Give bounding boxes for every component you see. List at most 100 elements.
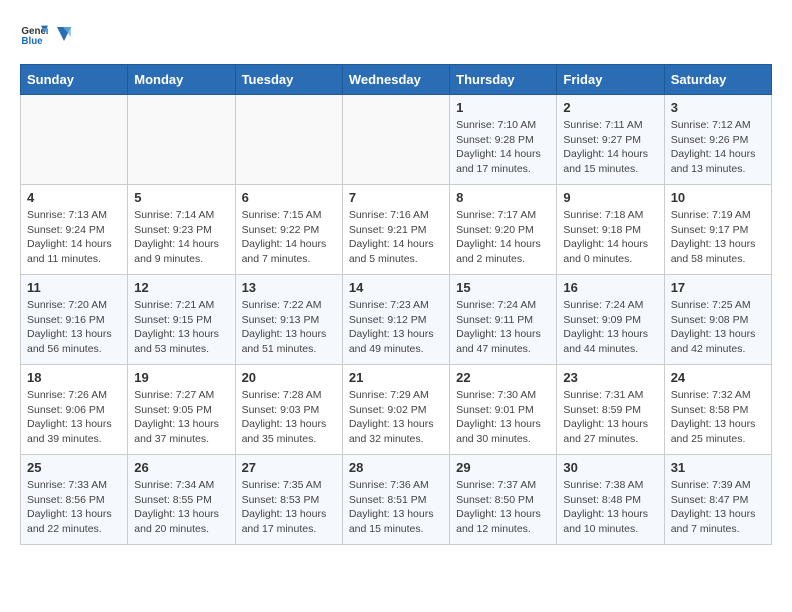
calendar-cell: 7Sunrise: 7:16 AM Sunset: 9:21 PM Daylig… [342, 185, 449, 275]
calendar-cell: 19 Sunrise: 7:27 AM Sunset: 9:05 PM Dayli… [128, 365, 235, 455]
calendar-week-4: 18Sunrise: 7:26 AM Sunset: 9:06 PM Dayli… [21, 365, 772, 455]
day-number: 23 [563, 370, 657, 385]
calendar-cell: 20 Sunrise: 7:28 AM Sunset: 9:03 PM Dayli… [235, 365, 342, 455]
day-number: 29 [456, 460, 550, 475]
day-number: 1 [456, 100, 550, 115]
calendar-cell: 9 Sunrise: 7:18 AM Sunset: 9:18 PM Daylig… [557, 185, 664, 275]
calendar-cell: 17 Sunrise: 7:25 AM Sunset: 9:08 PM Dayli… [664, 275, 771, 365]
day-info: Sunrise: 7:24 AM Sunset: 9:09 PM Dayligh… [563, 298, 657, 357]
day-number: 26 [134, 460, 228, 475]
day-number: 22 [456, 370, 550, 385]
day-number: 19 [134, 370, 228, 385]
day-info: Sunrise: 7:16 AM Sunset: 9:21 PM Dayligh… [349, 208, 443, 267]
day-info: Sunrise: 7:37 AM Sunset: 8:50 PM Dayligh… [456, 478, 550, 537]
calendar-header-row: SundayMondayTuesdayWednesdayThursdayFrid… [21, 65, 772, 95]
day-info: Sunrise: 7:12 AM Sunset: 9:26 PM Dayligh… [671, 118, 765, 177]
calendar-cell: 14 Sunrise: 7:23 AM Sunset: 9:12 PM Dayli… [342, 275, 449, 365]
calendar-cell: 3 Sunrise: 7:12 AM Sunset: 9:26 PM Daylig… [664, 95, 771, 185]
day-info: Sunrise: 7:29 AM Sunset: 9:02 PM Dayligh… [349, 388, 443, 447]
day-number: 24 [671, 370, 765, 385]
day-number: 30 [563, 460, 657, 475]
day-number: 16 [563, 280, 657, 295]
day-number: 11 [27, 280, 121, 295]
header-day-thursday: Thursday [450, 65, 557, 95]
calendar-cell: 28 Sunrise: 7:36 AM Sunset: 8:51 PM Dayli… [342, 455, 449, 545]
day-number: 9 [563, 190, 657, 205]
day-info: Sunrise: 7:22 AM Sunset: 9:13 PM Dayligh… [242, 298, 336, 357]
calendar-cell: 27Sunrise: 7:35 AM Sunset: 8:53 PM Dayli… [235, 455, 342, 545]
calendar-week-5: 25 Sunrise: 7:33 AM Sunset: 8:56 PM Dayli… [21, 455, 772, 545]
day-number: 20 [242, 370, 336, 385]
day-number: 18 [27, 370, 121, 385]
calendar-week-2: 4Sunrise: 7:13 AM Sunset: 9:24 PM Daylig… [21, 185, 772, 275]
day-info: Sunrise: 7:14 AM Sunset: 9:23 PM Dayligh… [134, 208, 228, 267]
day-info: Sunrise: 7:34 AM Sunset: 8:55 PM Dayligh… [134, 478, 228, 537]
day-number: 27 [242, 460, 336, 475]
calendar-cell: 4Sunrise: 7:13 AM Sunset: 9:24 PM Daylig… [21, 185, 128, 275]
calendar-cell: 16 Sunrise: 7:24 AM Sunset: 9:09 PM Dayli… [557, 275, 664, 365]
day-info: Sunrise: 7:20 AM Sunset: 9:16 PM Dayligh… [27, 298, 121, 357]
calendar-week-3: 11 Sunrise: 7:20 AM Sunset: 9:16 PM Dayli… [21, 275, 772, 365]
calendar-cell: 30 Sunrise: 7:38 AM Sunset: 8:48 PM Dayli… [557, 455, 664, 545]
calendar-cell: 5 Sunrise: 7:14 AM Sunset: 9:23 PM Daylig… [128, 185, 235, 275]
day-info: Sunrise: 7:36 AM Sunset: 8:51 PM Dayligh… [349, 478, 443, 537]
day-number: 3 [671, 100, 765, 115]
day-number: 10 [671, 190, 765, 205]
calendar-cell: 31 Sunrise: 7:39 AM Sunset: 8:47 PM Dayli… [664, 455, 771, 545]
calendar-cell [342, 95, 449, 185]
day-info: Sunrise: 7:18 AM Sunset: 9:18 PM Dayligh… [563, 208, 657, 267]
calendar-cell: 18Sunrise: 7:26 AM Sunset: 9:06 PM Dayli… [21, 365, 128, 455]
calendar-cell [21, 95, 128, 185]
calendar-cell: 23 Sunrise: 7:31 AM Sunset: 8:59 PM Dayli… [557, 365, 664, 455]
day-info: Sunrise: 7:38 AM Sunset: 8:48 PM Dayligh… [563, 478, 657, 537]
calendar-cell: 6 Sunrise: 7:15 AM Sunset: 9:22 PM Daylig… [235, 185, 342, 275]
day-number: 17 [671, 280, 765, 295]
day-info: Sunrise: 7:13 AM Sunset: 9:24 PM Dayligh… [27, 208, 121, 267]
calendar-cell: 21 Sunrise: 7:29 AM Sunset: 9:02 PM Dayli… [342, 365, 449, 455]
calendar-cell: 29 Sunrise: 7:37 AM Sunset: 8:50 PM Dayli… [450, 455, 557, 545]
day-info: Sunrise: 7:27 AM Sunset: 9:05 PM Dayligh… [134, 388, 228, 447]
calendar-cell [128, 95, 235, 185]
day-info: Sunrise: 7:32 AM Sunset: 8:58 PM Dayligh… [671, 388, 765, 447]
calendar-cell: 11 Sunrise: 7:20 AM Sunset: 9:16 PM Dayli… [21, 275, 128, 365]
logo-arrow-icon [53, 23, 75, 45]
day-info: Sunrise: 7:10 AM Sunset: 9:28 PM Dayligh… [456, 118, 550, 177]
day-number: 31 [671, 460, 765, 475]
day-number: 2 [563, 100, 657, 115]
day-info: Sunrise: 7:23 AM Sunset: 9:12 PM Dayligh… [349, 298, 443, 357]
day-number: 8 [456, 190, 550, 205]
header-day-tuesday: Tuesday [235, 65, 342, 95]
calendar-cell: 12Sunrise: 7:21 AM Sunset: 9:15 PM Dayli… [128, 275, 235, 365]
calendar-cell: 25 Sunrise: 7:33 AM Sunset: 8:56 PM Dayli… [21, 455, 128, 545]
calendar-cell: 2 Sunrise: 7:11 AM Sunset: 9:27 PM Daylig… [557, 95, 664, 185]
day-info: Sunrise: 7:28 AM Sunset: 9:03 PM Dayligh… [242, 388, 336, 447]
header-day-friday: Friday [557, 65, 664, 95]
day-info: Sunrise: 7:33 AM Sunset: 8:56 PM Dayligh… [27, 478, 121, 537]
calendar-cell: 22 Sunrise: 7:30 AM Sunset: 9:01 PM Dayli… [450, 365, 557, 455]
header-day-monday: Monday [128, 65, 235, 95]
day-number: 28 [349, 460, 443, 475]
header-day-wednesday: Wednesday [342, 65, 449, 95]
svg-text:Blue: Blue [21, 36, 43, 47]
day-info: Sunrise: 7:15 AM Sunset: 9:22 PM Dayligh… [242, 208, 336, 267]
day-number: 5 [134, 190, 228, 205]
calendar-cell: 15Sunrise: 7:24 AM Sunset: 9:11 PM Dayli… [450, 275, 557, 365]
calendar-cell [235, 95, 342, 185]
day-number: 6 [242, 190, 336, 205]
day-number: 25 [27, 460, 121, 475]
day-info: Sunrise: 7:30 AM Sunset: 9:01 PM Dayligh… [456, 388, 550, 447]
day-number: 14 [349, 280, 443, 295]
day-info: Sunrise: 7:25 AM Sunset: 9:08 PM Dayligh… [671, 298, 765, 357]
day-info: Sunrise: 7:39 AM Sunset: 8:47 PM Dayligh… [671, 478, 765, 537]
day-info: Sunrise: 7:21 AM Sunset: 9:15 PM Dayligh… [134, 298, 228, 357]
calendar-week-1: 1 Sunrise: 7:10 AM Sunset: 9:28 PM Daylig… [21, 95, 772, 185]
header-day-saturday: Saturday [664, 65, 771, 95]
day-info: Sunrise: 7:31 AM Sunset: 8:59 PM Dayligh… [563, 388, 657, 447]
day-info: Sunrise: 7:19 AM Sunset: 9:17 PM Dayligh… [671, 208, 765, 267]
day-info: Sunrise: 7:24 AM Sunset: 9:11 PM Dayligh… [456, 298, 550, 357]
day-info: Sunrise: 7:17 AM Sunset: 9:20 PM Dayligh… [456, 208, 550, 267]
day-info: Sunrise: 7:11 AM Sunset: 9:27 PM Dayligh… [563, 118, 657, 177]
day-number: 21 [349, 370, 443, 385]
calendar-table: SundayMondayTuesdayWednesdayThursdayFrid… [20, 64, 772, 545]
logo-icon: General Blue [20, 20, 48, 48]
